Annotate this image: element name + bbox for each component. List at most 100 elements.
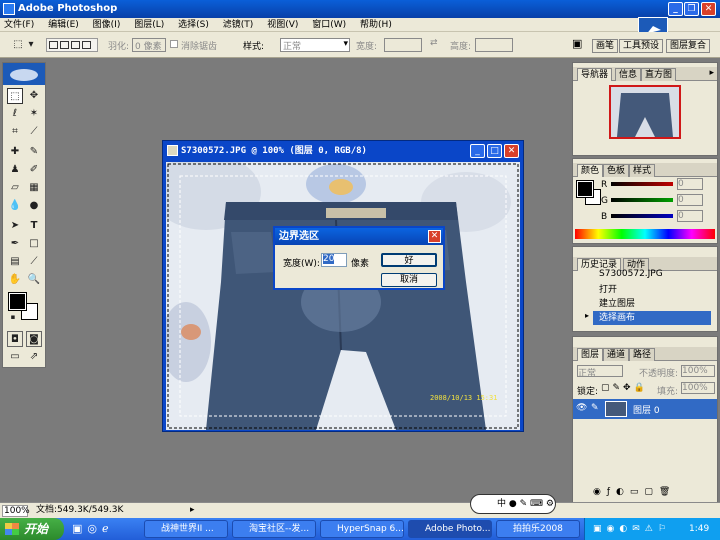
tab-swatches[interactable]: 色板 <box>603 164 630 177</box>
tab-styles[interactable]: 样式 <box>629 164 656 177</box>
blend-mode-select[interactable]: 正常 <box>577 365 623 379</box>
task-taobao[interactable]: 淘宝社区--发... <box>232 520 316 538</box>
menu-view[interactable]: 视图(V) <box>267 20 298 30</box>
color-ramp[interactable] <box>575 229 715 239</box>
dialog-close-button[interactable]: ✕ <box>428 230 441 243</box>
healing-brush-icon[interactable]: ✚ <box>7 144 23 160</box>
ime-toolbar[interactable]: 中 ● ✎ ⌨ ⚙ <box>470 494 556 514</box>
minimize-button[interactable]: _ <box>668 2 683 16</box>
marquee-preset-icon[interactable]: ⬚ <box>10 37 26 53</box>
swap-icon[interactable]: ⇄ <box>430 38 438 48</box>
layer-actions-bar[interactable]: ◉ƒ◐▭▢🗑 <box>573 487 717 503</box>
history-item-new-layer[interactable]: 建立图层 <box>593 297 711 311</box>
brush-tool-icon[interactable]: ✎ <box>26 144 42 160</box>
menu-image[interactable]: 图像(I) <box>93 20 121 30</box>
channel-b-slider[interactable] <box>611 214 673 218</box>
tool-presets-well-tab[interactable]: 工具预设 <box>619 39 664 53</box>
blur-tool-icon[interactable]: 💧 <box>7 198 23 214</box>
palette-well-icon[interactable]: ▣ <box>572 37 582 50</box>
layer-row[interactable]: 👁 ✎ 图层 0 <box>573 399 717 419</box>
type-tool-icon[interactable]: T <box>26 218 42 234</box>
history-item-select-canvas[interactable]: 选择画布 <box>593 311 711 325</box>
opacity-input[interactable]: 100% <box>681 365 715 377</box>
gradient-tool-icon[interactable]: ▦ <box>26 180 42 196</box>
navigator-thumbnail[interactable] <box>609 85 681 139</box>
eyedropper-icon[interactable]: ⟋ <box>26 254 42 270</box>
image-canvas[interactable]: 2008/10/13 15:31 <box>166 162 520 430</box>
width-input[interactable] <box>384 38 422 52</box>
layer-comps-well-tab[interactable]: 图层复合 <box>666 39 711 53</box>
task-photoshop[interactable]: Adobe Photo... <box>408 520 492 538</box>
menu-window[interactable]: 窗口(W) <box>312 20 346 30</box>
doc-minimize-button[interactable]: _ <box>470 144 485 158</box>
channel-g-value[interactable]: 0 <box>677 194 703 206</box>
eraser-tool-icon[interactable]: ▱ <box>7 180 23 196</box>
channel-g-slider[interactable] <box>611 198 673 202</box>
slice-tool-icon[interactable]: ⟋ <box>26 124 42 140</box>
magic-wand-icon[interactable]: ✶ <box>26 106 42 122</box>
task-game[interactable]: 战神世界II ... <box>144 520 228 538</box>
move-tool-icon[interactable]: ✥ <box>26 88 42 104</box>
standard-mode-icon[interactable]: ◘ <box>7 331 23 347</box>
feather-input[interactable]: 0 像素 <box>132 38 166 52</box>
lasso-tool-icon[interactable]: ℓ <box>7 106 23 122</box>
tab-channels[interactable]: 通道 <box>603 348 630 361</box>
selection-mode-buttons[interactable] <box>46 38 98 52</box>
history-item-open[interactable]: 打开 <box>593 283 711 297</box>
menu-layer[interactable]: 图层(L) <box>134 20 164 30</box>
marquee-tool-icon[interactable]: ⬚ <box>7 88 23 104</box>
lock-icons[interactable]: ▢✎✥🔒 <box>601 383 648 393</box>
eye-icon[interactable]: 👁 <box>576 403 587 413</box>
palette-menu-icon[interactable]: ▸ <box>709 68 714 78</box>
task-paipaile[interactable]: 拍拍乐2008 <box>496 520 580 538</box>
notes-tool-icon[interactable]: ▤ <box>7 254 23 270</box>
menu-edit[interactable]: 编辑(E) <box>48 20 79 30</box>
foreground-color-swatch[interactable] <box>8 292 27 311</box>
status-menu-icon[interactable]: ▸ <box>190 503 195 518</box>
height-input[interactable] <box>475 38 513 52</box>
restore-button[interactable]: ❐ <box>684 2 699 16</box>
tab-histogram[interactable]: 直方图 <box>641 68 677 81</box>
ok-button[interactable]: 好 <box>381 253 437 267</box>
menu-filter[interactable]: 滤镜(T) <box>223 20 254 30</box>
doc-maximize-button[interactable]: □ <box>487 144 502 158</box>
history-snapshot[interactable]: S7300572.JPG <box>593 267 711 281</box>
tab-color[interactable]: 颜色 <box>577 164 604 177</box>
adobe-online-icon[interactable] <box>3 63 45 85</box>
tray-icons[interactable]: ▣◉◐✉⚠⚐ <box>585 524 671 534</box>
tab-paths[interactable]: 路径 <box>629 348 656 361</box>
fill-input[interactable]: 100% <box>681 382 715 394</box>
hand-tool-icon[interactable]: ✋ <box>7 272 23 288</box>
shape-tool-icon[interactable]: □ <box>26 236 42 252</box>
tab-info[interactable]: 信息 <box>615 68 642 81</box>
history-brush-icon[interactable]: ✐ <box>26 162 42 178</box>
path-select-icon[interactable]: ➤ <box>7 218 23 234</box>
channel-b-value[interactable]: 0 <box>677 210 703 222</box>
dodge-tool-icon[interactable]: ● <box>26 198 42 214</box>
imageready-icon[interactable]: ⇗ <box>26 349 42 365</box>
close-button[interactable]: ✕ <box>701 2 716 16</box>
crop-tool-icon[interactable]: ⌗ <box>7 124 23 140</box>
tab-navigator[interactable]: 导航器 <box>577 68 613 81</box>
zoom-field[interactable]: 100% <box>2 505 30 517</box>
channel-r-slider[interactable] <box>611 182 673 186</box>
border-width-input[interactable]: 20 <box>321 253 347 267</box>
style-select[interactable]: 正常 ▾ <box>280 38 350 52</box>
zoom-tool-icon[interactable]: 🔍 <box>26 272 42 288</box>
menu-select[interactable]: 选择(S) <box>178 20 209 30</box>
brushes-well-tab[interactable]: 画笔 <box>592 39 619 53</box>
default-colors-icon[interactable]: ▪ <box>8 312 18 322</box>
color-fg-swatch[interactable] <box>576 180 594 198</box>
screen-mode-icon[interactable]: ▭ <box>7 349 23 365</box>
pen-tool-icon[interactable]: ✒ <box>7 236 23 252</box>
task-hypersnap[interactable]: HyperSnap 6... <box>320 520 404 538</box>
menu-file[interactable]: 文件(F) <box>4 20 34 30</box>
quickmask-mode-icon[interactable]: ◙ <box>26 331 42 347</box>
quick-launch-icons[interactable]: ▣◎ℯ <box>72 522 114 535</box>
cancel-button[interactable]: 取消 <box>381 273 437 287</box>
tab-layers[interactable]: 图层 <box>577 348 604 361</box>
menu-help[interactable]: 帮助(H) <box>360 20 392 30</box>
antialias-checkbox[interactable] <box>170 40 178 48</box>
stamp-tool-icon[interactable]: ♟ <box>7 162 23 178</box>
chevron-down-icon[interactable]: ▾ <box>26 37 36 53</box>
